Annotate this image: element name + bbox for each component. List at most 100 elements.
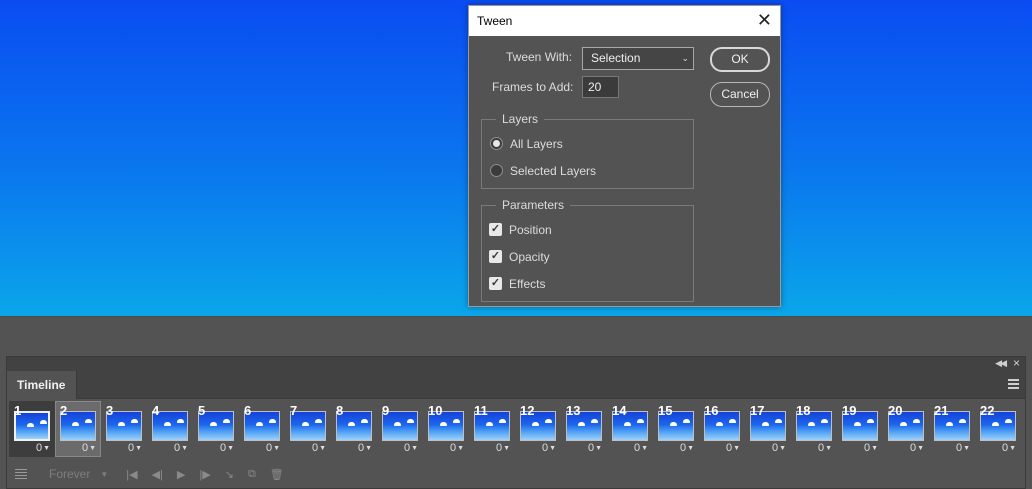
ok-button[interactable]: OK bbox=[710, 47, 770, 72]
tween-with-value: Selection bbox=[591, 51, 641, 65]
timeline-frame[interactable]: 18 0▼ bbox=[791, 401, 837, 457]
selected-layers-radio[interactable] bbox=[490, 164, 503, 177]
loop-options-select[interactable]: Forever bbox=[49, 467, 90, 481]
frame-delay-select[interactable]: 0▼ bbox=[1002, 442, 1016, 454]
frame-number: 14 bbox=[612, 403, 627, 418]
frame-delay-select[interactable]: 0▼ bbox=[82, 442, 96, 454]
frame-delay-value: 0 bbox=[587, 442, 595, 454]
timeline-frame[interactable]: 1 0▼ bbox=[9, 401, 55, 457]
selected-layers-label[interactable]: Selected Layers bbox=[510, 164, 596, 178]
position-checkbox[interactable]: ✓ bbox=[489, 223, 502, 236]
close-icon[interactable]: ✕ bbox=[757, 10, 772, 30]
effects-checkbox[interactable]: ✓ bbox=[489, 277, 502, 290]
all-layers-radio[interactable] bbox=[490, 137, 503, 150]
duplicate-frame-icon[interactable]: ⧉ bbox=[248, 468, 256, 481]
timeline-frame[interactable]: 9 0▼ bbox=[377, 401, 423, 457]
frame-delay-select[interactable]: 0▼ bbox=[496, 442, 510, 454]
chevron-down-icon: ▼ bbox=[687, 445, 694, 452]
timeline-frame[interactable]: 20 0▼ bbox=[883, 401, 929, 457]
next-frame-icon[interactable]: |▶ bbox=[199, 468, 210, 481]
cloud-shape bbox=[683, 419, 690, 423]
timeline-frame[interactable]: 13 0▼ bbox=[561, 401, 607, 457]
position-label[interactable]: Position bbox=[509, 223, 552, 237]
frame-delay-select[interactable]: 0▼ bbox=[588, 442, 602, 454]
cancel-button[interactable]: Cancel bbox=[710, 82, 770, 107]
timeline-frame[interactable]: 10 0▼ bbox=[423, 401, 469, 457]
frame-delay-select[interactable]: 0▼ bbox=[358, 442, 372, 454]
convert-icon[interactable] bbox=[15, 469, 27, 479]
frame-delay-select[interactable]: 0▼ bbox=[36, 442, 50, 454]
chevron-down-icon: ▼ bbox=[89, 445, 96, 452]
frame-delay-select[interactable]: 0▼ bbox=[680, 442, 694, 454]
timeline-frame[interactable]: 19 0▼ bbox=[837, 401, 883, 457]
frame-delay-select[interactable]: 0▼ bbox=[450, 442, 464, 454]
timeline-frame[interactable]: 2 0▼ bbox=[55, 401, 101, 457]
previous-frame-icon[interactable]: ◀| bbox=[152, 468, 163, 481]
frame-delay-select[interactable]: 0▼ bbox=[128, 442, 142, 454]
parameters-group-title: Parameters bbox=[496, 198, 571, 212]
chevron-down-icon: ⌄ bbox=[681, 53, 689, 63]
timeline-frame[interactable]: 22 0▼ bbox=[975, 401, 1021, 457]
timeline-frame[interactable]: 14 0▼ bbox=[607, 401, 653, 457]
frame-delay-select[interactable]: 0▼ bbox=[956, 442, 970, 454]
frame-delay-select[interactable]: 0▼ bbox=[174, 442, 188, 454]
timeline-frame[interactable]: 6 0▼ bbox=[239, 401, 285, 457]
tween-with-select[interactable]: Selection ⌄ bbox=[582, 47, 694, 70]
timeline-frame[interactable]: 12 0▼ bbox=[515, 401, 561, 457]
chevron-down-icon: ▼ bbox=[411, 445, 418, 452]
frame-delay-select[interactable]: 0▼ bbox=[220, 442, 234, 454]
play-icon[interactable]: ▶ bbox=[177, 468, 185, 481]
delete-frame-icon[interactable]: 🗑 bbox=[270, 468, 284, 481]
frame-number: 3 bbox=[106, 403, 114, 418]
timeline-frame[interactable]: 17 0▼ bbox=[745, 401, 791, 457]
frame-number: 13 bbox=[566, 403, 581, 418]
frame-delay-select[interactable]: 0▼ bbox=[726, 442, 740, 454]
timeline-controls: Forever ▼ |◀ ◀| ▶ |▶ ↘ ⧉ 🗑 bbox=[7, 459, 1025, 489]
timeline-frame[interactable]: 5 0▼ bbox=[193, 401, 239, 457]
frame-delay-select[interactable]: 0▼ bbox=[404, 442, 418, 454]
opacity-label[interactable]: Opacity bbox=[509, 250, 550, 264]
frame-delay-select[interactable]: 0▼ bbox=[818, 442, 832, 454]
timeline-frame[interactable]: 15 0▼ bbox=[653, 401, 699, 457]
timeline-frame[interactable]: 7 0▼ bbox=[285, 401, 331, 457]
opacity-checkbox[interactable]: ✓ bbox=[489, 250, 502, 263]
tween-icon[interactable]: ↘ bbox=[225, 468, 234, 481]
frame-delay-select[interactable]: 0▼ bbox=[772, 442, 786, 454]
frame-delay-value: 0 bbox=[357, 442, 365, 454]
frame-delay-value: 0 bbox=[955, 442, 963, 454]
frame-delay-select[interactable]: 0▼ bbox=[634, 442, 648, 454]
timeline-frame[interactable]: 16 0▼ bbox=[699, 401, 745, 457]
frames-to-add-input[interactable]: 20 bbox=[582, 76, 619, 98]
effects-label[interactable]: Effects bbox=[509, 277, 545, 291]
chevron-down-icon: ▼ bbox=[43, 445, 50, 452]
tab-timeline[interactable]: Timeline bbox=[7, 371, 77, 399]
close-panel-icon[interactable]: × bbox=[1013, 356, 1020, 370]
frame-number: 6 bbox=[244, 403, 252, 418]
frame-number: 16 bbox=[704, 403, 719, 418]
cloud-shape bbox=[900, 422, 907, 426]
chevron-down-icon: ▼ bbox=[273, 445, 280, 452]
timeline-frame[interactable]: 4 0▼ bbox=[147, 401, 193, 457]
frame-delay-select[interactable]: 0▼ bbox=[864, 442, 878, 454]
timeline-frame[interactable]: 21 0▼ bbox=[929, 401, 975, 457]
panel-menu-icon[interactable] bbox=[1008, 379, 1019, 389]
timeline-frame[interactable]: 8 0▼ bbox=[331, 401, 377, 457]
chevron-down-icon[interactable]: ▼ bbox=[100, 470, 108, 479]
dialog-title-bar: Tween ✕ bbox=[469, 6, 780, 36]
frame-delay-select[interactable]: 0▼ bbox=[312, 442, 326, 454]
cloud-shape bbox=[394, 422, 401, 426]
collapse-panel-icon[interactable]: ◀◀ bbox=[995, 358, 1007, 369]
frame-delay-select[interactable]: 0▼ bbox=[266, 442, 280, 454]
timeline-frame[interactable]: 11 0▼ bbox=[469, 401, 515, 457]
chevron-down-icon: ▼ bbox=[135, 445, 142, 452]
frame-delay-select[interactable]: 0▼ bbox=[542, 442, 556, 454]
frame-number: 22 bbox=[980, 403, 995, 418]
first-frame-icon[interactable]: |◀ bbox=[126, 468, 137, 481]
dialog-title: Tween bbox=[477, 14, 513, 28]
timeline-frame[interactable]: 3 0▼ bbox=[101, 401, 147, 457]
all-layers-label[interactable]: All Layers bbox=[510, 137, 563, 151]
frame-delay-select[interactable]: 0▼ bbox=[910, 442, 924, 454]
frame-number: 1 bbox=[14, 403, 22, 418]
frame-number: 20 bbox=[888, 403, 903, 418]
cloud-shape bbox=[992, 422, 999, 426]
